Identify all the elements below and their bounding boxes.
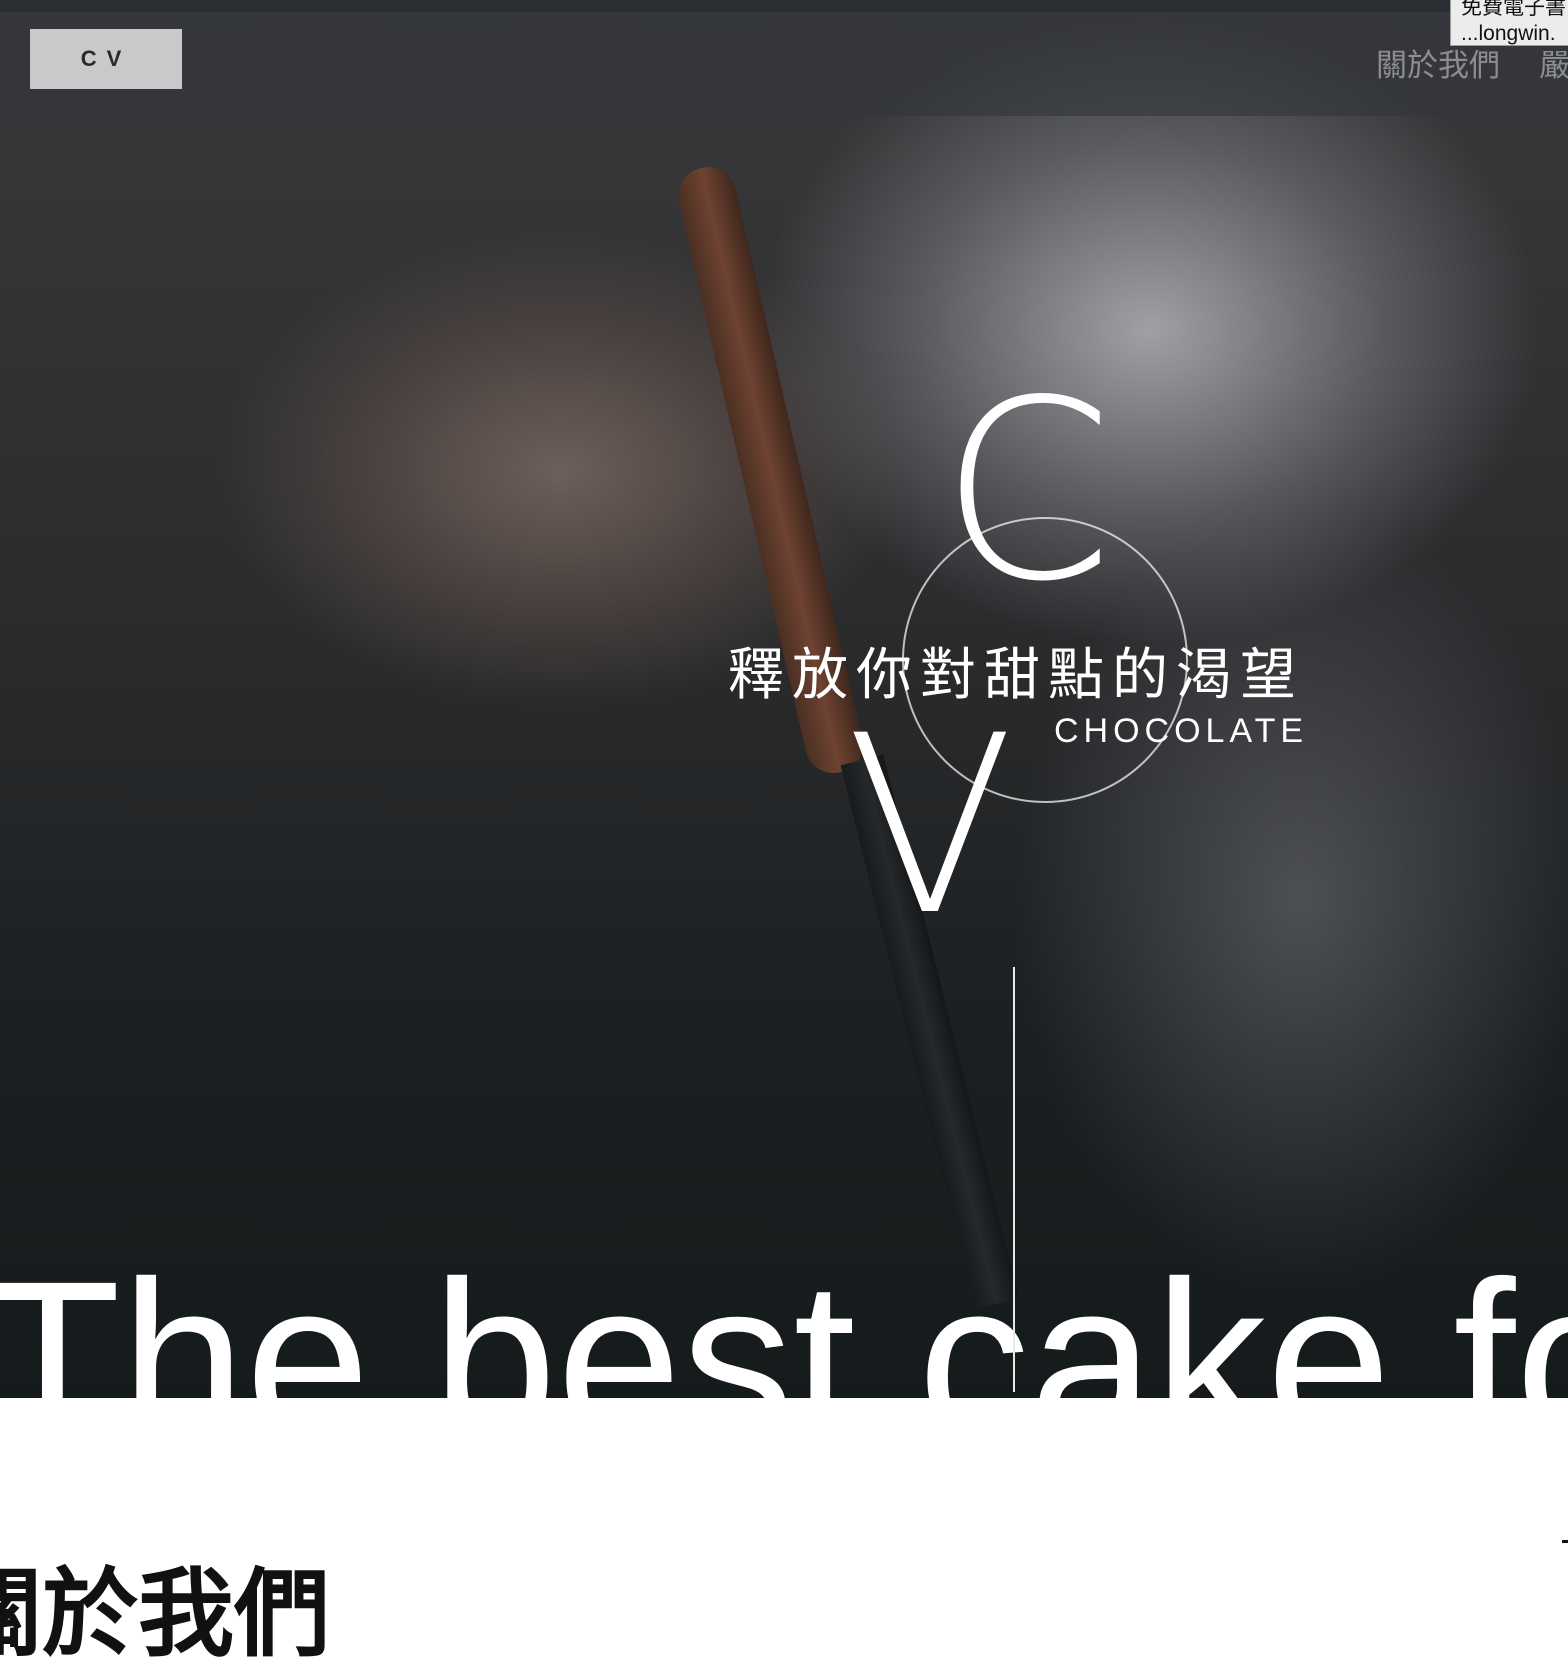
navbar [0, 12, 1568, 116]
browser-top-strip [0, 0, 1568, 12]
nav-item-2[interactable]: 嚴 [1539, 40, 1568, 85]
logo-text: CV [80, 46, 132, 71]
hero-divider-line [1013, 967, 1015, 1392]
link-tooltip: 免費電子書 ...longwin. [1450, 0, 1568, 46]
hero-headline: The best cake for you [0, 1235, 1568, 1398]
hero-tagline: 釋放你對甜點的渴望 [728, 643, 1304, 708]
about-section-title: 關於我們 [0, 1557, 330, 1670]
logo[interactable]: CV [30, 29, 182, 89]
tooltip-line-1: 免費電子書 [1461, 0, 1566, 19]
tooltip-line-2: ...longwin. [1461, 22, 1556, 45]
emblem-letter-v: V [846, 684, 1015, 970]
hero-section: C V 釋放你對甜點的渴望 CHOCOLATE The best cake fo… [0, 0, 1568, 1398]
hero-subtitle: CHOCOLATE [1054, 712, 1309, 750]
nav-item-about[interactable]: 關於我們 [1376, 40, 1500, 85]
section-edge-mark [1562, 1540, 1568, 1543]
nav-menu: 關於我們 嚴 [1376, 40, 1568, 85]
